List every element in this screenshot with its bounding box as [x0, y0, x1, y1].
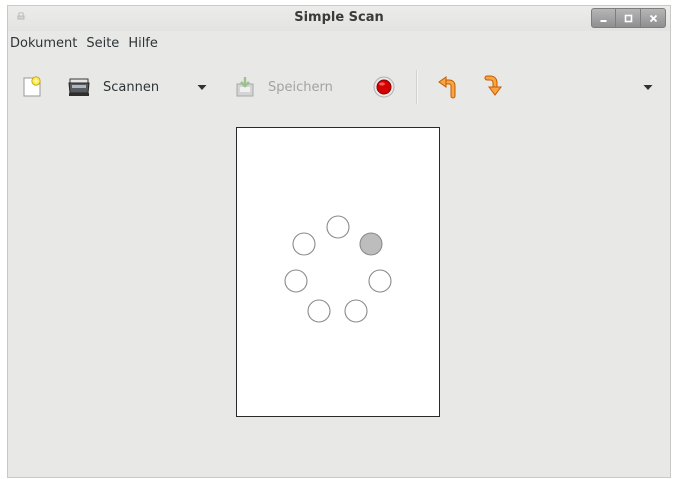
menu-hilfe[interactable]: Hilfe: [124, 33, 163, 55]
rotate-right-button[interactable]: [483, 74, 505, 100]
window-controls: [591, 8, 666, 28]
menu-dokument[interactable]: Dokument: [8, 33, 82, 55]
toolbar: Scannen Speichern: [8, 64, 670, 110]
scan-button[interactable]: Scannen: [67, 74, 159, 100]
minimize-icon: [600, 19, 607, 22]
close-button[interactable]: [641, 8, 666, 28]
maximize-button[interactable]: [616, 8, 641, 28]
scanner-icon: [68, 78, 90, 96]
chevron-down-icon: [643, 85, 653, 90]
stop-icon: [373, 76, 395, 98]
menu-seite[interactable]: Seite: [82, 33, 124, 55]
minimize-button[interactable]: [591, 8, 616, 28]
rotate-left-button[interactable]: [436, 74, 458, 100]
maximize-icon: [624, 14, 632, 22]
simple-scan-window: Simple Scan Dokument Seite Hilfe Scannen…: [8, 6, 670, 477]
title-bar: Simple Scan: [8, 6, 670, 31]
window-title: Simple Scan: [294, 10, 384, 25]
loading-spinner-icon: [284, 215, 392, 323]
scan-page-preview[interactable]: [236, 127, 440, 417]
scan-label: Scannen: [103, 79, 160, 95]
toolbar-separator: [416, 70, 417, 104]
scan-options-dropdown[interactable]: [196, 74, 208, 100]
new-document-icon: [23, 76, 41, 97]
menu-bar: Dokument Seite Hilfe: [8, 33, 670, 55]
save-label: Speichern: [268, 79, 333, 95]
new-document-button[interactable]: [21, 74, 43, 100]
stop-scan-button[interactable]: [372, 74, 396, 100]
toolbar-overflow-dropdown[interactable]: [642, 74, 654, 100]
chevron-down-icon: [197, 85, 207, 90]
rotate-right-icon: [484, 75, 502, 96]
rotate-left-icon: [438, 76, 456, 99]
save-button[interactable]: Speichern: [234, 74, 333, 100]
save-icon: [236, 77, 254, 97]
close-icon: [649, 14, 657, 22]
